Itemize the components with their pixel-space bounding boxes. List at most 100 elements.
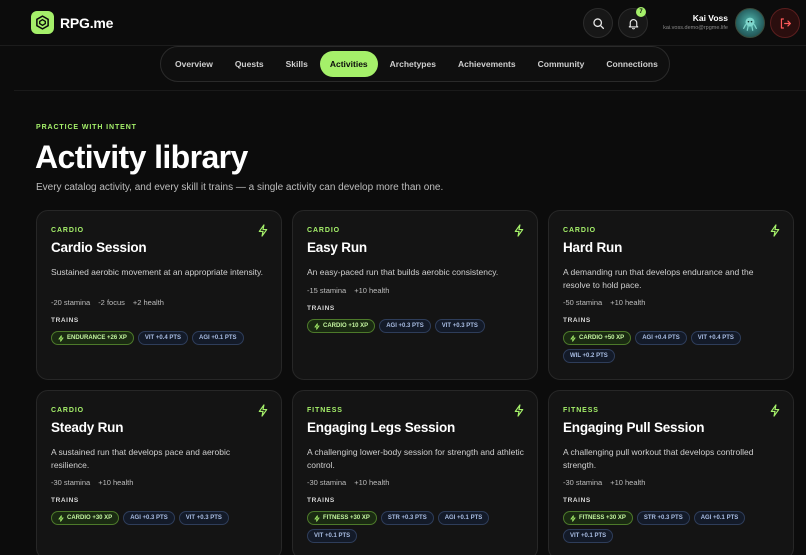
card-stats: -50 stamina +10 health [563, 298, 653, 307]
tab-community[interactable]: Community [528, 51, 595, 77]
divider [14, 90, 806, 91]
skill-chips: FITNESS +30 XP STR +0.3 PTS AGI +0.1 PTS… [307, 511, 527, 543]
skill-chips: FITNESS +30 XP STR +0.3 PTS AGI +0.1 PTS… [563, 511, 783, 543]
activity-card-cardio-session[interactable]: CARDIO Cardio Session Sustained aerobic … [36, 210, 282, 380]
app-logo[interactable] [31, 11, 54, 34]
skill-chip: CARDIO +50 XP [563, 331, 632, 345]
tab-connections[interactable]: Connections [596, 51, 667, 77]
trains-label: TRAINS [51, 317, 79, 324]
skill-chip: VIT +0.1 PTS [307, 529, 358, 543]
bell-icon [628, 18, 638, 29]
stat: +10 health [354, 478, 390, 487]
card-category: CARDIO [51, 407, 85, 414]
skill-chip: WIL +0.2 PTS [563, 349, 615, 363]
trains-label: TRAINS [563, 317, 591, 324]
skill-chip: AGI +0.1 PTS [437, 511, 490, 525]
hexagon-logo-icon [36, 15, 49, 30]
card-stats: -30 stamina +10 health [51, 478, 141, 487]
page-eyebrow: PRACTICE WITH INTENT [36, 124, 137, 131]
brand-name[interactable]: RPG.me [60, 15, 113, 31]
skill-chip: AGI +0.3 PTS [379, 319, 431, 333]
skill-chips: ENDURANCE +26 XP VIT +0.4 PTS AGI +0.1 P… [51, 331, 271, 345]
activity-card-hard-run[interactable]: CARDIO Hard Run A demanding run that dev… [548, 210, 794, 380]
skill-chip: VIT +0.1 PTS [563, 529, 614, 543]
card-stats: -15 stamina +10 health [307, 286, 397, 295]
skill-chip: VIT +0.4 PTS [690, 331, 741, 345]
trains-label: TRAINS [307, 305, 335, 312]
activity-card-engaging-pull-session[interactable]: FITNESS Engaging Pull Session A challeng… [548, 390, 794, 555]
card-description: A challenging pull workout that develops… [563, 447, 754, 470]
card-category: CARDIO [51, 227, 85, 234]
activity-card-steady-run[interactable]: CARDIO Steady Run A sustained run that d… [36, 390, 282, 555]
logout-button[interactable] [770, 8, 800, 38]
tab-activities[interactable]: Activities [319, 51, 378, 77]
skill-chip: CARDIO +10 XP [307, 319, 376, 333]
stat: +10 health [354, 286, 390, 295]
trains-label: TRAINS [307, 497, 335, 504]
page-subtitle: Every catalog activity, and every skill … [36, 182, 444, 193]
activity-card-easy-run[interactable]: CARDIO Easy Run An easy-paced run that b… [292, 210, 538, 380]
card-title: Cardio Session [51, 240, 147, 255]
card-stats: -30 stamina +10 health [563, 478, 653, 487]
skill-chip: STR +0.3 PTS [636, 511, 690, 525]
tab-archetypes[interactable]: Archetypes [380, 51, 446, 77]
skill-chip: VIT +0.3 PTS [178, 511, 229, 525]
lightning-icon [314, 322, 320, 330]
stat: +2 health [132, 298, 164, 307]
tab-overview[interactable]: Overview [165, 51, 223, 77]
trains-label: TRAINS [563, 497, 591, 504]
skill-chips: CARDIO +10 XP AGI +0.3 PTS VIT +0.3 PTS [307, 319, 527, 333]
stat: -20 stamina [51, 298, 91, 307]
skill-chip: AGI +0.1 PTS [192, 331, 244, 345]
card-description: Sustained aerobic movement at an appropr… [51, 267, 263, 277]
tab-achievements[interactable]: Achievements [448, 51, 526, 77]
card-description: A sustained run that develops pace and a… [51, 447, 231, 470]
user-name: Kai Voss [692, 13, 728, 23]
user-email: kai.voss.demo@rpgme.life [663, 25, 728, 31]
card-title: Hard Run [563, 240, 623, 255]
card-category: CARDIO [563, 227, 597, 234]
tab-quests[interactable]: Quests [225, 51, 274, 77]
card-category: CARDIO [307, 227, 341, 234]
skill-chip: AGI +0.4 PTS [635, 331, 687, 345]
search-button[interactable] [583, 8, 613, 38]
lightning-icon [514, 224, 524, 237]
stat: +10 health [610, 298, 646, 307]
activity-card-engaging-legs-session[interactable]: FITNESS Engaging Legs Session A challeng… [292, 390, 538, 555]
card-description: A demanding run that develops endurance … [563, 267, 754, 290]
card-description: An easy-paced run that builds aerobic co… [307, 267, 499, 277]
card-description: A challenging lower-body session for str… [307, 447, 524, 470]
card-title: Engaging Pull Session [563, 420, 705, 435]
notifications-button[interactable]: 7 [618, 7, 648, 38]
card-category: FITNESS [307, 407, 343, 414]
lightning-icon [570, 514, 576, 522]
stat: -50 stamina [563, 298, 603, 307]
card-stats: -20 stamina -2 focus +2 health [51, 298, 172, 307]
skill-chip: CARDIO +30 XP [51, 511, 120, 525]
card-category: FITNESS [563, 407, 599, 414]
avatar-creature-icon [743, 17, 757, 31]
card-title: Engaging Legs Session [307, 420, 456, 435]
skill-chip: AGI +0.1 PTS [693, 511, 746, 525]
stat: +10 health [610, 478, 646, 487]
lightning-icon [58, 514, 64, 522]
avatar[interactable] [735, 8, 765, 38]
card-stats: -30 stamina +10 health [307, 478, 397, 487]
page-title: Activity library [35, 139, 248, 175]
lightning-icon [770, 404, 780, 417]
skill-chip: STR +0.3 PTS [380, 511, 434, 525]
card-title: Steady Run [51, 420, 124, 435]
stat: -30 stamina [51, 478, 91, 487]
stat: -15 stamina [307, 286, 347, 295]
search-icon [592, 17, 604, 29]
skill-chip: AGI +0.3 PTS [123, 511, 175, 525]
card-title: Easy Run [307, 240, 367, 255]
lightning-icon [258, 404, 268, 417]
stat: -30 stamina [563, 478, 603, 487]
stat: -30 stamina [307, 478, 347, 487]
skill-chips: CARDIO +30 XP AGI +0.3 PTS VIT +0.3 PTS [51, 511, 271, 525]
tab-skills[interactable]: Skills [276, 51, 318, 77]
trains-label: TRAINS [51, 497, 79, 504]
lightning-icon [258, 224, 268, 237]
stat: -2 focus [98, 298, 125, 307]
